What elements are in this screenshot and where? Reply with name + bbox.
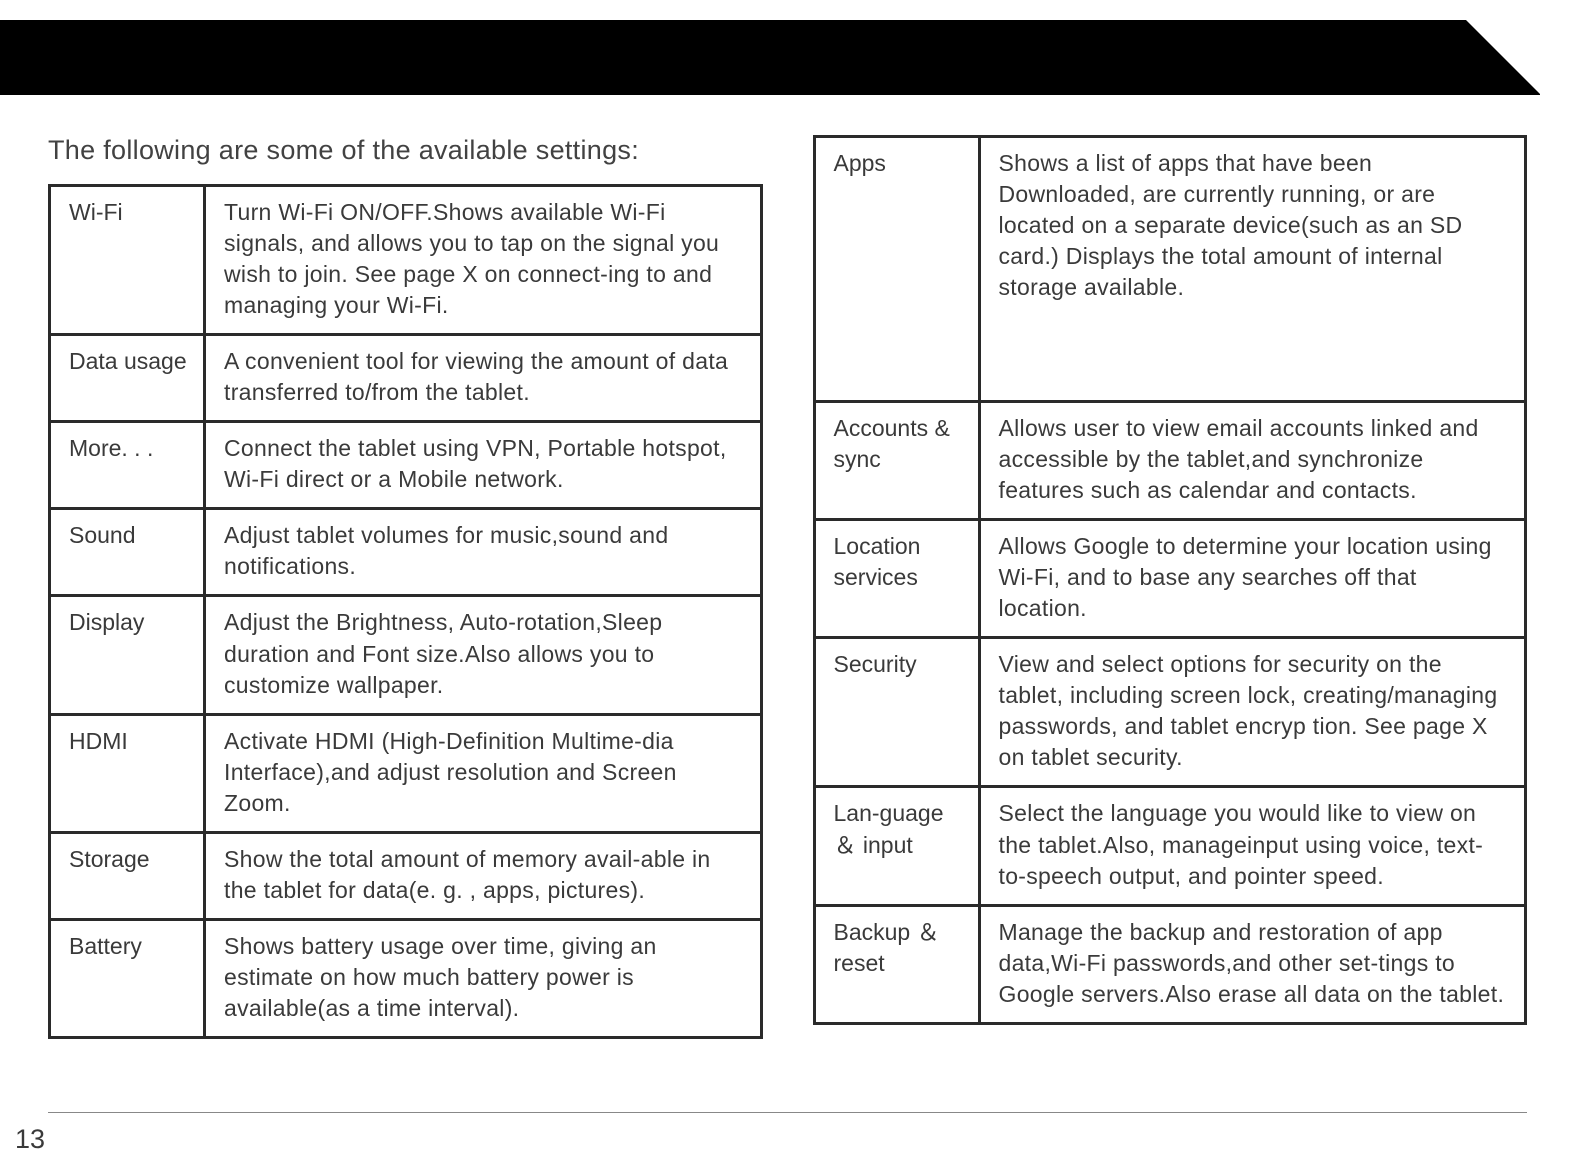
setting-description: Shows a list of apps that have been Down… <box>979 137 1526 402</box>
setting-description: Shows battery usage over time, giving an… <box>205 919 762 1037</box>
setting-description: Allows Google to determine your location… <box>979 520 1526 638</box>
setting-description: Adjust tablet volumes for music,sound an… <box>205 509 762 596</box>
settings-table-left: Wi-FiTurn Wi-Fi ON/OFF.Shows available W… <box>48 184 763 1039</box>
right-column: AppsShows a list of apps that have been … <box>813 135 1528 1039</box>
content-wrapper: The following are some of the available … <box>0 95 1575 1039</box>
setting-description: A convenient tool for viewing the amount… <box>205 335 762 422</box>
setting-label: Display <box>50 596 205 714</box>
setting-description: Turn Wi-Fi ON/OFF.Shows available Wi-Fi … <box>205 186 762 335</box>
table-row: SecurityView and select options for secu… <box>814 638 1526 787</box>
table-row: Data usageA convenient tool for viewing … <box>50 335 762 422</box>
setting-label: More. . . <box>50 422 205 509</box>
table-row: DisplayAdjust the Brightness, Auto-rotat… <box>50 596 762 714</box>
left-column: The following are some of the available … <box>48 135 763 1039</box>
setting-label: Data usage <box>50 335 205 422</box>
setting-description: Select the language you would like to vi… <box>979 787 1526 905</box>
setting-label: Storage <box>50 832 205 919</box>
setting-description: View and select options for security on … <box>979 638 1526 787</box>
page-number: 13 <box>15 1124 45 1155</box>
table-row: Backup ＆ resetManage the backup and rest… <box>814 905 1526 1023</box>
setting-description: Allows user to view email accounts linke… <box>979 402 1526 520</box>
setting-label: Apps <box>814 137 979 402</box>
table-row: HDMIActivate HDMI (High-Definition Multi… <box>50 714 762 832</box>
intro-text: The following are some of the available … <box>48 135 763 166</box>
setting-label: Backup ＆ reset <box>814 905 979 1023</box>
setting-label: Battery <box>50 919 205 1037</box>
setting-label: HDMI <box>50 714 205 832</box>
table-row: StorageShow the total amount of memory a… <box>50 832 762 919</box>
table-row: Lan-guage ＆ inputSelect the language you… <box>814 787 1526 905</box>
table-row: SoundAdjust tablet volumes for music,sou… <box>50 509 762 596</box>
footer-divider <box>48 1112 1527 1113</box>
setting-description: Show the total amount of memory avail-ab… <box>205 832 762 919</box>
table-row: Wi-FiTurn Wi-Fi ON/OFF.Shows available W… <box>50 186 762 335</box>
setting-label: Lan-guage ＆ input <box>814 787 979 905</box>
setting-label: Wi-Fi <box>50 186 205 335</box>
setting-label: Sound <box>50 509 205 596</box>
setting-description: Activate HDMI (High-Definition Multime-d… <box>205 714 762 832</box>
table-row: BatteryShows battery usage over time, gi… <box>50 919 762 1037</box>
setting-description: Connect the tablet using VPN, Portable h… <box>205 422 762 509</box>
settings-table-right: AppsShows a list of apps that have been … <box>813 135 1528 1025</box>
table-row: Location servicesAllows Google to determ… <box>814 520 1526 638</box>
setting-label: Location services <box>814 520 979 638</box>
table-row: More. . .Connect the tablet using VPN, P… <box>50 422 762 509</box>
setting-label: Security <box>814 638 979 787</box>
setting-label: Accounts & sync <box>814 402 979 520</box>
setting-description: Adjust the Brightness, Auto-rotation,Sle… <box>205 596 762 714</box>
table-row: AppsShows a list of apps that have been … <box>814 137 1526 402</box>
setting-description: Manage the backup and restoration of app… <box>979 905 1526 1023</box>
table-row: Accounts & syncAllows user to view email… <box>814 402 1526 520</box>
header-black-bar <box>0 20 1540 95</box>
